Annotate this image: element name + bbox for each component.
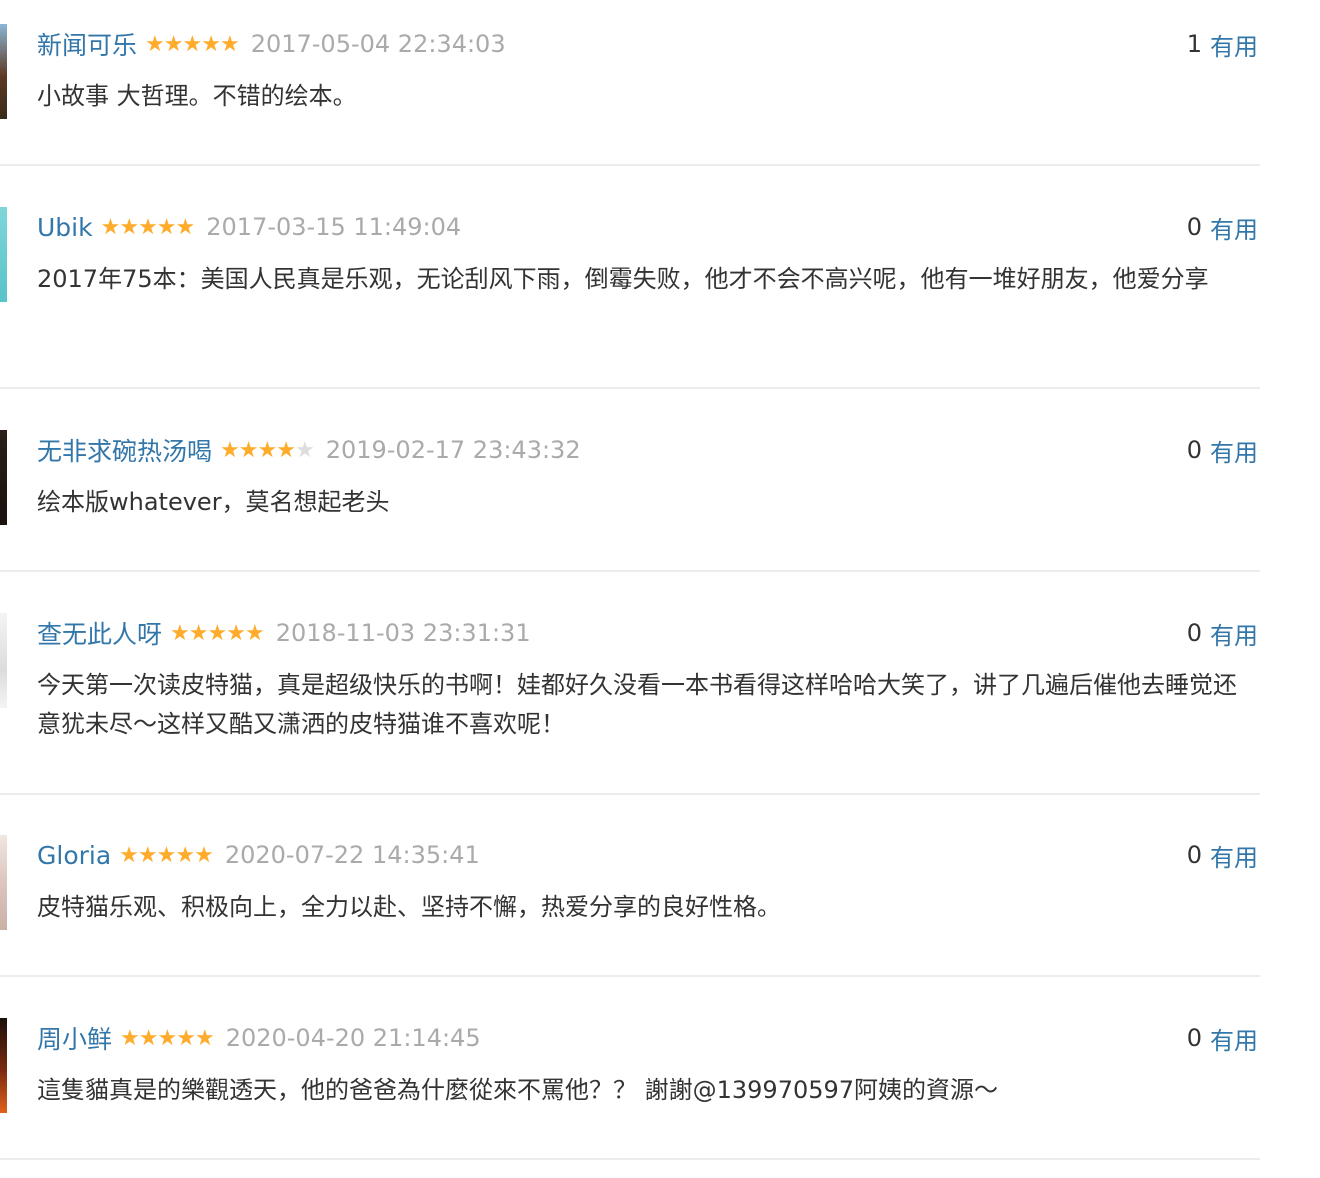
comment-item: Gloria ★ ★ ★ ★ ★ 2020-07-22 14:35:41 0 有用 皮特… [0,835,1260,977]
comment-text: 小故事 大哲理。不错的绘本。 [37,82,357,110]
comment-time: 2018-11-03 23:31:31 [275,619,531,647]
star-filled-icon: ★ [137,842,158,868]
comment-time: 2020-07-22 14:35:41 [224,841,480,869]
votes: 0 有用 [1187,835,1258,875]
comment-header: 新闻可乐 ★ ★ ★ ★ ★ 2017-05-04 22:34:03 1 有用 [37,24,1260,64]
star-filled-icon: ★ [207,620,227,646]
comment-item: Ubik ★ ★ ★ ★ ★ 2017-03-15 11:49:04 0 有用 2017… [0,207,1260,389]
comment-item: 新闻可乐 ★ ★ ★ ★ ★ 2017-05-04 22:34:03 1 有用 小故事 … [0,24,1260,166]
comment-item: 周小鲜 ★ ★ ★ ★ ★ 2020-04-20 21:14:45 0 有用 這隻貓真是… [0,1018,1260,1160]
rating-stars: ★ ★ ★ ★ ★ [100,214,196,240]
star-filled-icon: ★ [244,620,265,646]
star-filled-icon: ★ [226,620,246,646]
rating-stars: ★ ★ ★ ★ ★ [120,1025,215,1051]
comment-item: 查无此人呀 ★ ★ ★ ★ ★ 2018-11-03 23:31:31 0 有用 今天第… [0,613,1260,795]
comment-header: 无非求碗热汤喝 ★ ★ ★ ★ ★ 2019-02-17 23:43:32 0 有用 [37,430,1260,470]
useful-vote-link[interactable]: 有用 [1210,210,1258,245]
votes: 0 有用 [1187,613,1258,653]
rating-stars: ★ ★ ★ ★ ★ [119,842,214,868]
star-filled-icon: ★ [276,437,296,463]
star-filled-icon: ★ [219,31,240,57]
comment-text: 皮特猫乐观、积极向上，全力以赴、坚持不懈，热爱分享的良好性格。 [37,893,781,921]
star-filled-icon: ★ [100,214,121,240]
votes: 1 有用 [1187,24,1258,64]
star-filled-icon: ★ [201,31,221,57]
username-link[interactable]: Ubik [37,213,93,242]
star-filled-icon: ★ [175,214,196,240]
username-link[interactable]: 无非求碗热汤喝 [37,432,212,468]
vote-count: 0 [1186,619,1202,647]
username-link[interactable]: Gloria [37,841,111,870]
comment-text: 绘本版whatever，莫名想起老头 [37,488,390,516]
avatar[interactable] [0,24,7,119]
rating-stars: ★ ★ ★ ★ ★ [170,620,265,646]
votes: 0 有用 [1187,207,1258,247]
vote-count: 0 [1186,436,1202,464]
comment-time: 2020-04-20 21:14:45 [225,1024,481,1052]
star-filled-icon: ★ [119,842,139,868]
useful-vote-link[interactable]: 有用 [1210,433,1258,468]
star-filled-icon: ★ [157,1025,177,1051]
avatar[interactable] [0,835,7,930]
comment-header: 查无此人呀 ★ ★ ★ ★ ★ 2018-11-03 23:31:31 0 有用 [37,613,1260,653]
votes: 0 有用 [1187,430,1258,470]
comment-header: Ubik ★ ★ ★ ★ ★ 2017-03-15 11:49:04 0 有用 [37,207,1260,247]
star-filled-icon: ★ [176,1025,196,1051]
username-link[interactable]: 查无此人呀 [37,615,162,651]
vote-count: 0 [1186,1024,1202,1052]
comment-time: 2017-05-04 22:34:03 [250,30,506,58]
star-filled-icon: ★ [156,842,177,868]
vote-count: 0 [1186,213,1202,241]
comment-item: 无非求碗热汤喝 ★ ★ ★ ★ ★ 2019-02-17 23:43:32 0 有用 绘… [0,430,1260,572]
avatar[interactable] [0,613,7,708]
star-filled-icon: ★ [238,437,259,463]
avatar[interactable] [0,207,7,302]
star-filled-icon: ★ [182,31,202,57]
star-filled-icon: ★ [138,1025,159,1051]
rating-stars: ★ ★ ★ ★ ★ [220,437,315,463]
avatar[interactable] [0,1018,7,1113]
star-filled-icon: ★ [156,214,177,240]
star-filled-icon: ★ [120,1025,140,1051]
username-link[interactable]: 新闻可乐 [37,26,137,62]
comment-header: Gloria ★ ★ ★ ★ ★ 2020-07-22 14:35:41 0 有用 [37,835,1260,875]
star-filled-icon: ★ [220,437,240,463]
avatar[interactable] [0,430,7,525]
comment-time: 2017-03-15 11:49:04 [206,213,462,241]
star-filled-icon: ★ [138,214,158,240]
username-link[interactable]: 周小鲜 [37,1020,112,1056]
star-filled-icon: ★ [119,214,139,240]
star-filled-icon: ★ [170,620,190,646]
comment-time: 2019-02-17 23:43:32 [325,436,581,464]
comment-text: 今天第一次读皮特猫，真是超级快乐的书啊！娃都好久没看一本书看得这样哈哈大笑了，讲… [37,671,1237,738]
comment-header: 周小鲜 ★ ★ ★ ★ ★ 2020-04-20 21:14:45 0 有用 [37,1018,1260,1058]
star-empty-icon: ★ [294,437,315,463]
vote-count: 1 [1186,30,1202,58]
votes: 0 有用 [1187,1018,1258,1058]
star-filled-icon: ★ [194,842,214,868]
useful-vote-link[interactable]: 有用 [1210,1021,1258,1056]
comment-text: 2017年75本：美国人民真是乐观，无论刮风下雨，倒霉失败，他才不会不高兴呢，他… [37,265,1209,293]
star-filled-icon: ★ [257,437,277,463]
useful-vote-link[interactable]: 有用 [1210,838,1258,873]
comment-text: 這隻貓真是的樂觀透天，他的爸爸為什麼從來不罵他？？ 謝謝@139970597阿姨… [37,1076,999,1104]
useful-vote-link[interactable]: 有用 [1210,616,1258,651]
star-filled-icon: ★ [175,842,195,868]
star-filled-icon: ★ [163,31,184,57]
star-filled-icon: ★ [145,31,165,57]
vote-count: 0 [1186,841,1202,869]
rating-stars: ★ ★ ★ ★ ★ [145,31,240,57]
useful-vote-link[interactable]: 有用 [1210,27,1258,62]
star-filled-icon: ★ [188,620,209,646]
star-filled-icon: ★ [194,1025,215,1051]
